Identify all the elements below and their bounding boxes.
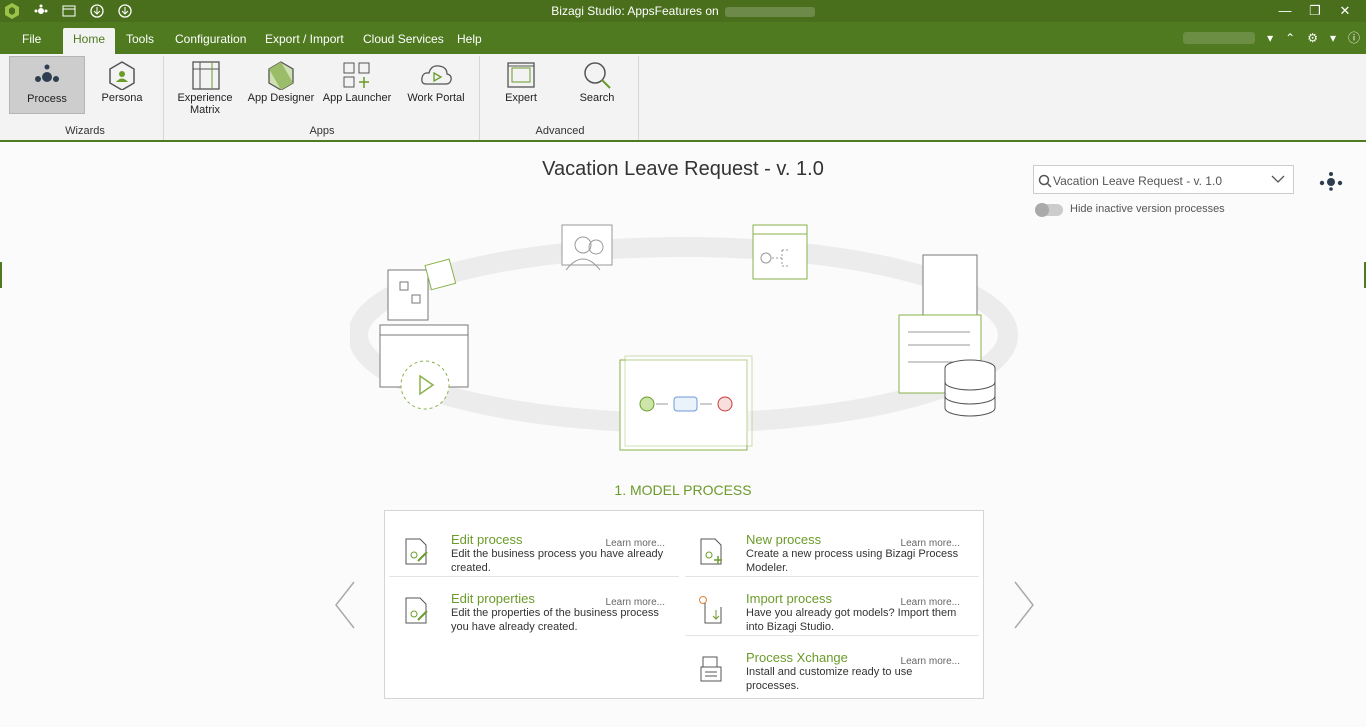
tab-export-import[interactable]: Export / Import (255, 28, 354, 54)
hide-inactive-toggle[interactable] (1035, 203, 1063, 217)
edit-properties-icon (405, 597, 428, 624)
form-icon (752, 224, 808, 280)
experience-matrix-button[interactable]: Experience Matrix (167, 56, 243, 116)
menu-bar: File Home Tools Configuration Export / I… (0, 22, 1366, 54)
expert-label: Expert (505, 92, 537, 104)
window-title: Bizagi Studio: AppsFeatures on (0, 4, 1366, 18)
item-title: Import process (746, 591, 832, 606)
learn-more-link[interactable]: Learn more... (901, 656, 960, 667)
persona-icon (109, 61, 135, 90)
chevron-down-icon[interactable]: ▾ (1267, 31, 1273, 45)
version-select[interactable]: Vacation Leave Request - v. 1.0 (1033, 165, 1294, 194)
item-title: Process Xchange (746, 650, 848, 665)
next-arrow-icon[interactable] (1013, 580, 1035, 630)
item-description: Have you already got models? Import them… (746, 607, 957, 633)
app-launcher-button[interactable]: App Launcher (319, 56, 395, 114)
help-icon[interactable]: ⓘ (1348, 29, 1360, 46)
learn-more-link[interactable]: Learn more... (901, 538, 960, 549)
app-launcher-label: App Launcher (322, 92, 392, 104)
edit-process-item[interactable]: Edit process Edit the business process y… (385, 518, 675, 576)
item-description: Create a new process using Bizagi Proces… (746, 548, 959, 574)
ribbon: Process Persona Experience Matrix App De… (0, 54, 1366, 142)
edit-process-icon (405, 538, 428, 565)
app-designer-label: App Designer (247, 92, 315, 104)
puzzle-laptop-icon (379, 258, 469, 410)
expert-icon (507, 62, 535, 88)
work-portal-label: Work Portal (407, 92, 465, 104)
process-label: Process (27, 93, 67, 105)
process-icon (35, 64, 59, 82)
tab-cloud-services[interactable]: Cloud Services (353, 28, 454, 54)
process-diagram-icon (619, 355, 753, 451)
item-description: Edit the properties of the business proc… (451, 607, 659, 633)
process-map-icon[interactable] (1318, 171, 1344, 191)
new-process-icon (700, 538, 722, 565)
gear-icon[interactable]: ⚙ (1307, 31, 1318, 45)
tab-help[interactable]: Help (447, 28, 492, 54)
edit-properties-item[interactable]: Edit properties Edit the properties of t… (385, 577, 675, 635)
group-label-wizards: Wizards (65, 125, 105, 137)
learn-more-link[interactable]: Learn more... (606, 597, 665, 608)
item-title: New process (746, 532, 822, 547)
redacted-server-name (724, 6, 815, 17)
tab-file[interactable]: File (12, 28, 51, 54)
previous-arrow-icon[interactable] (334, 580, 356, 630)
expert-button[interactable]: Expert (483, 56, 559, 114)
process-lifecycle-illustration (350, 224, 1018, 451)
search-label: Search (579, 92, 615, 104)
cloud-play-icon (421, 65, 452, 85)
section-title: 1. MODEL PROCESS (614, 482, 752, 498)
ribbon-separator (163, 56, 164, 140)
import-process-item[interactable]: Import process Have you already got mode… (680, 577, 970, 635)
tab-home[interactable]: Home (63, 28, 116, 54)
learn-more-link[interactable]: Learn more... (901, 597, 960, 608)
new-process-item[interactable]: New process Create a new process using B… (680, 518, 970, 576)
search-icon (584, 62, 611, 89)
restore-button[interactable]: ❐ (1300, 1, 1330, 21)
app-designer-button[interactable]: App Designer (243, 56, 319, 114)
chevron-down-icon (1271, 175, 1285, 183)
minimize-button[interactable]: — (1270, 1, 1300, 21)
left-edge-marker (0, 262, 2, 288)
version-select-value: Vacation Leave Request - v. 1.0 (1053, 174, 1222, 188)
tab-configuration[interactable]: Configuration (165, 28, 256, 54)
persona-button[interactable]: Persona (84, 56, 160, 114)
app-designer-icon (268, 61, 294, 90)
persona-label: Persona (101, 92, 143, 104)
title-bar: Bizagi Studio: AppsFeatures on — ❐ ✕ (0, 0, 1366, 22)
collapse-ribbon-icon[interactable]: ⌃ (1285, 31, 1295, 45)
experience-matrix-label: Experience Matrix (177, 92, 233, 116)
settings-chevron-icon[interactable]: ▾ (1330, 31, 1336, 45)
process-xchange-item[interactable]: Process Xchange Install and customize re… (680, 636, 970, 694)
item-description: Install and customize ready to use proce… (746, 666, 913, 692)
group-label-apps: Apps (309, 125, 335, 137)
ribbon-separator (479, 56, 480, 140)
persona-screen-icon (561, 224, 613, 271)
item-title: Edit properties (451, 591, 535, 606)
model-process-card: Edit process Edit the business process y… (384, 510, 984, 699)
user-account[interactable] (1183, 31, 1256, 44)
xchange-icon (700, 656, 722, 682)
hide-inactive-label: Hide inactive version processes (1070, 203, 1225, 215)
work-portal-button[interactable]: Work Portal (398, 56, 474, 114)
menu-right-tools: ▾ ⌃ ⚙ ▾ ⓘ (1183, 29, 1360, 46)
item-description: Edit the business process you have alrea… (451, 548, 664, 574)
ribbon-separator (638, 56, 639, 140)
search-button[interactable]: Search (559, 56, 635, 114)
matrix-icon (192, 61, 220, 90)
item-title: Edit process (451, 532, 523, 547)
group-label-advanced: Advanced (535, 125, 585, 137)
app-launcher-icon (343, 62, 370, 88)
process-button[interactable]: Process (9, 56, 85, 114)
learn-more-link[interactable]: Learn more... (606, 538, 665, 549)
close-button[interactable]: ✕ (1330, 1, 1360, 21)
search-icon (1038, 174, 1052, 188)
window-controls: — ❐ ✕ (1270, 1, 1360, 21)
import-process-icon (699, 596, 722, 624)
tab-tools[interactable]: Tools (116, 28, 164, 54)
